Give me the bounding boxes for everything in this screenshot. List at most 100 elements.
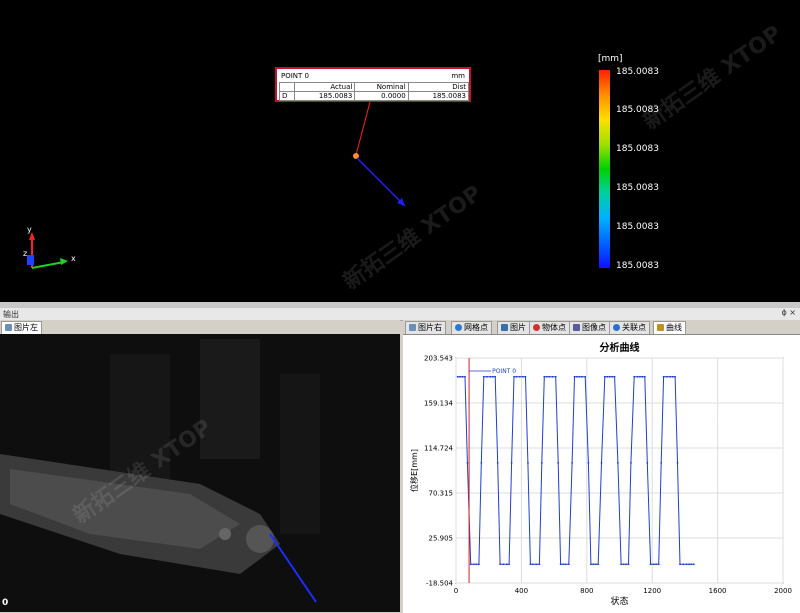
scene-graphics [27, 101, 406, 269]
curve-data-point [611, 375, 614, 378]
curve-data-point [538, 563, 541, 566]
curve-data-point [660, 462, 663, 464]
curve-data-point [636, 375, 639, 378]
curve-data-point [540, 462, 543, 464]
x-tick-label: 1200 [643, 587, 661, 595]
curve-data-point [589, 563, 592, 566]
curve-data-point [633, 375, 636, 378]
curve-data-point [531, 563, 534, 566]
curve-data-point [551, 375, 554, 378]
curve-data-point [613, 375, 616, 378]
curve-data-point [600, 462, 603, 464]
tab-grid-points[interactable]: 网格点 [451, 321, 492, 334]
3d-viewport[interactable]: 新拓三维 XTOP 新拓三维 XTOP y z x POINT 0 mm Act… [0, 0, 800, 302]
camera-image-left[interactable]: 新拓三维 XTOP 0 [0, 334, 400, 612]
colorbar [599, 70, 610, 268]
curve-data-point [459, 375, 461, 378]
val-nominal: 0.0000 [354, 91, 409, 101]
x-axis-arrow [60, 258, 68, 265]
curve-data-point [486, 375, 488, 378]
colorbar-label: 185.0083 [616, 261, 659, 271]
measurement-callout[interactable]: POINT 0 mm Actual Nominal Dist D 185.008… [275, 67, 471, 102]
curve-data-point [508, 563, 511, 566]
chart-area[interactable]: 0 400 800 1200 1600 2000 -18.504 25.905 70.315 11… [403, 334, 800, 613]
tab-curve[interactable]: 曲线 [653, 321, 686, 334]
tab-image[interactable]: 图片 [497, 321, 530, 334]
val-actual: 185.0083 [293, 91, 356, 101]
tab-right-image[interactable]: 图片右 [405, 321, 446, 334]
curve-data-point [690, 563, 693, 566]
curve-data-point [545, 375, 548, 378]
curve-data-point [622, 563, 625, 566]
curve-data-point [461, 375, 464, 378]
y-tick-label: 70.315 [429, 489, 454, 497]
z-axis-label: z [23, 249, 28, 258]
object-points-icon [533, 324, 540, 331]
colorbar-label: 185.0083 [616, 105, 659, 115]
x-tick-label: 400 [515, 587, 528, 595]
analysis-chart[interactable]: 0 400 800 1200 1600 2000 -18.504 25.905 70.315 11… [403, 335, 800, 613]
curve-data-point [548, 375, 551, 378]
image-icon [409, 324, 416, 331]
curve-data-point [518, 375, 521, 378]
right-panel: 图片右 网格点 图片 物体点 图像点 关联点 曲线 0 400 800 1200 160… [403, 320, 800, 613]
x-tick-label: 0 [454, 587, 458, 595]
curve-data-point [655, 563, 658, 566]
curve-data-point [564, 563, 567, 566]
curve-data-point [657, 563, 660, 566]
output-pin-close-controls[interactable]: ϕ × [781, 308, 796, 317]
tab-left-image[interactable]: 图片左 [1, 321, 42, 334]
tab-image-points[interactable]: 图像点 [569, 321, 610, 334]
curve-data-point [505, 563, 508, 566]
x-axis-title: 状态 [610, 595, 628, 607]
row-label: D [279, 91, 295, 101]
y-tick-label: 203.543 [424, 355, 453, 363]
curve-data-point [469, 563, 472, 566]
y-tick-label: 159.134 [424, 399, 453, 407]
curve-data-point [649, 563, 652, 566]
curve-data-point [473, 563, 475, 566]
marker-label: POINT 0 [492, 368, 516, 375]
curve-data-point [576, 375, 578, 378]
curve-data-point [643, 375, 646, 378]
x-axis-label: x [71, 254, 76, 263]
curve-icon [657, 324, 664, 331]
callout-unit: mm [451, 72, 465, 80]
left-image-panel: 图片左 新拓三维 XTOP 0 [0, 320, 400, 612]
curve-data-point [466, 462, 469, 464]
curve-data-point [646, 462, 649, 464]
col-actual: Actual [293, 82, 356, 92]
y-axis-label: y [27, 225, 32, 234]
x-tick-label: 2000 [774, 587, 792, 595]
curve-data-point [674, 375, 676, 378]
curve-data-point [513, 375, 515, 378]
curve-data-point [524, 375, 527, 378]
curve-data-point [630, 462, 632, 464]
curve-data-point [477, 563, 480, 566]
curve-data-point [578, 375, 581, 378]
curve-data-point [573, 375, 576, 378]
curve-data-point [543, 375, 546, 378]
curve-data-point [666, 375, 668, 378]
curve-data-point [587, 462, 590, 464]
tab-object-points[interactable]: 物体点 [529, 321, 570, 334]
curve-data-point [620, 563, 623, 566]
curve-data-point [491, 375, 494, 378]
curve-data-point [662, 375, 665, 378]
curve-data-point [676, 462, 679, 464]
tab-linked-points[interactable]: 关联点 [609, 321, 650, 334]
curve-data-point [606, 375, 609, 378]
col-nominal: Nominal [354, 82, 409, 92]
curve-data-point [671, 375, 674, 378]
curve-data-point [639, 375, 641, 378]
curve-data-point [559, 563, 562, 566]
y-tick-label: 114.724 [424, 445, 453, 453]
direction-vector [356, 157, 406, 207]
curve-data-point [592, 563, 595, 566]
curve-data-point [529, 563, 532, 566]
curve-data-point [535, 563, 538, 566]
colorbar-unit: [mm] [598, 54, 623, 64]
curve-data-point [685, 563, 688, 566]
curve-data-point [510, 462, 513, 464]
link-icon [613, 324, 620, 331]
